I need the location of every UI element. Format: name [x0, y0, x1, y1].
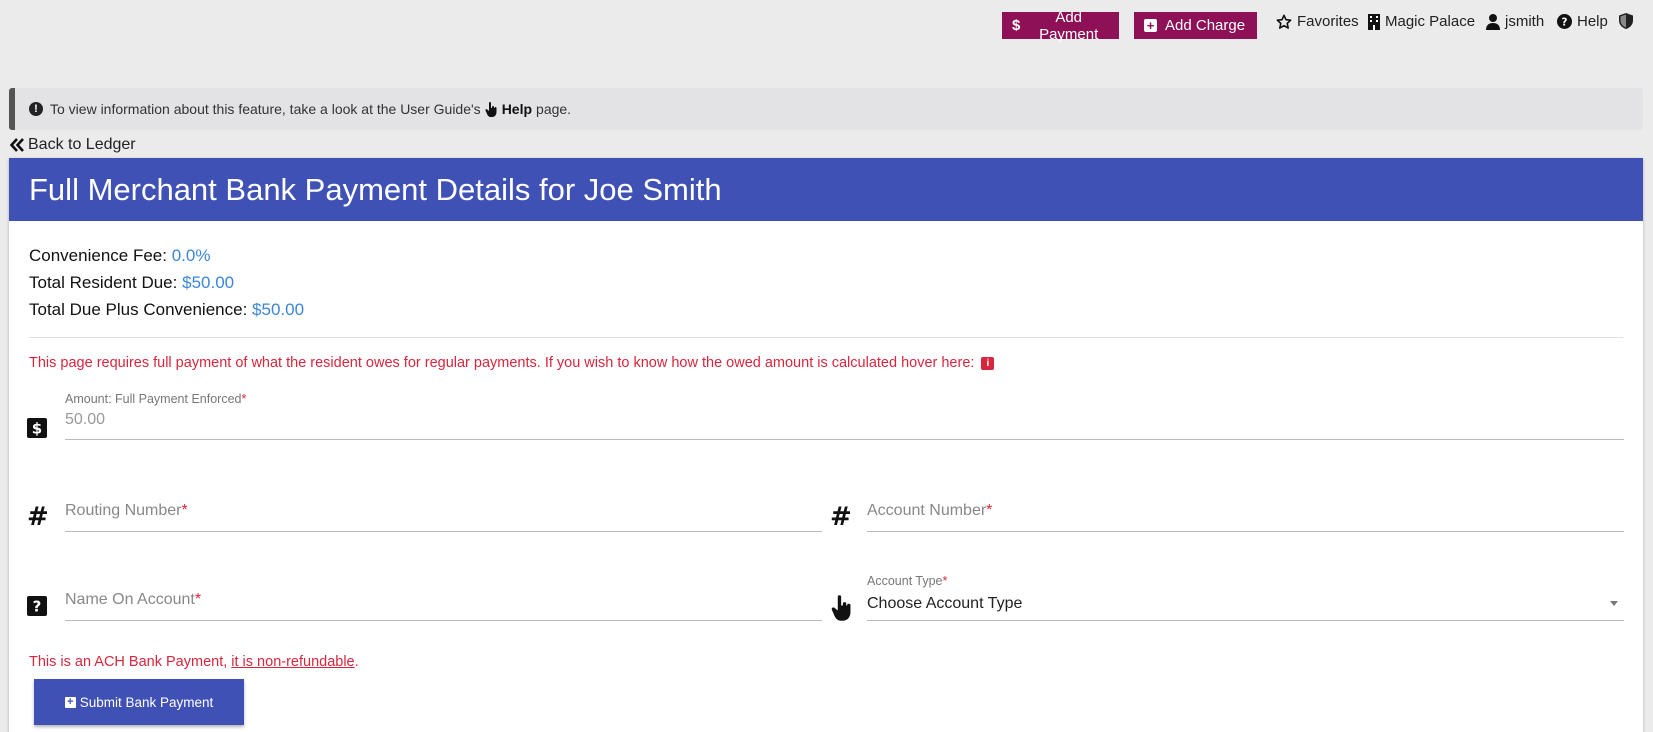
- add-payment-label: Add Payment: [1039, 8, 1099, 43]
- account-type-underline: [867, 620, 1624, 621]
- amount-label: Amount: Full Payment Enforced*: [65, 392, 1624, 406]
- back-to-ledger-label: Back to Ledger: [28, 136, 136, 153]
- required-mark: *: [194, 591, 202, 608]
- favorites-label: Favorites: [1297, 13, 1359, 30]
- star-icon: [1276, 14, 1292, 29]
- non-refundable-link[interactable]: it is non-refundable: [231, 654, 354, 670]
- ach-notice: This is an ACH Bank Payment, it is non-r…: [29, 654, 359, 670]
- warning-text: This page requires full payment of what …: [29, 355, 975, 371]
- account-number-placeholder-text: Account Number: [867, 502, 987, 519]
- required-mark: *: [181, 502, 188, 519]
- ach-text-after: .: [354, 654, 359, 670]
- building-icon: [1368, 13, 1380, 30]
- svg-text:$: $: [32, 420, 42, 438]
- shield-link[interactable]: [1619, 13, 1633, 29]
- convenience-fee-row: Convenience Fee: 0.0%: [29, 242, 304, 269]
- total-plus-fee-label: Total Due Plus Convenience:: [29, 300, 248, 319]
- amount-value: 50.00: [65, 411, 106, 428]
- required-mark: *: [241, 392, 247, 406]
- question-square-icon: ?: [27, 596, 47, 621]
- submit-bank-payment-button[interactable]: + Submit Bank Payment: [34, 679, 244, 725]
- svg-text:?: ?: [33, 598, 42, 616]
- back-to-ledger-link[interactable]: Back to Ledger: [10, 136, 136, 154]
- banner-text: To view information about this feature, …: [50, 101, 481, 117]
- convenience-fee-label: Convenience Fee:: [29, 246, 167, 265]
- account-number-placeholder: Account Number*: [867, 502, 1624, 520]
- shield-icon: [1619, 13, 1633, 29]
- info-icon[interactable]: i: [981, 356, 995, 370]
- payment-summary: Convenience Fee: 0.0% Total Resident Due…: [29, 242, 304, 323]
- dollar-square-icon: $: [27, 418, 47, 443]
- plus-square-icon: +: [1144, 19, 1157, 32]
- plus-square-icon: +: [64, 696, 76, 708]
- required-mark: *: [942, 574, 948, 588]
- name-underline: [65, 620, 822, 621]
- convenience-fee-value: 0.0%: [171, 246, 211, 265]
- total-due-label: Total Resident Due:: [29, 273, 178, 292]
- help-link[interactable]: ? Help: [1557, 13, 1608, 30]
- total-due-value: $50.00: [182, 273, 235, 292]
- account-type-label: Account Type*: [867, 574, 1624, 588]
- total-due-row: Total Resident Due: $50.00: [29, 269, 304, 296]
- hash-icon: #: [830, 502, 852, 532]
- account-type-select[interactable]: Account Type* Choose Account Type: [867, 574, 1624, 621]
- required-mark: *: [986, 502, 993, 519]
- add-payment-button[interactable]: $ Add Payment: [1002, 9, 1119, 43]
- amount-field[interactable]: Amount: Full Payment Enforced* 50.00: [65, 392, 1624, 440]
- routing-number-placeholder: Routing Number*: [65, 502, 822, 520]
- divider: [29, 337, 1623, 338]
- amount-label-text: Amount: Full Payment Enforced: [65, 392, 242, 406]
- banner-text-after: page.: [536, 101, 572, 117]
- total-plus-fee-row: Total Due Plus Convenience: $50.00: [29, 296, 304, 323]
- amount-underline: [65, 439, 1624, 440]
- add-charge-button[interactable]: + Add Charge: [1134, 12, 1257, 39]
- question-circle-icon: ?: [1557, 14, 1572, 29]
- favorites-link[interactable]: Favorites: [1276, 13, 1359, 30]
- total-plus-fee-value: $50.00: [252, 300, 305, 319]
- name-on-account-placeholder: Name On Account*: [65, 591, 822, 609]
- account-type-value: Choose Account Type: [867, 595, 1023, 612]
- add-charge-label: Add Charge: [1165, 17, 1246, 34]
- property-link[interactable]: Magic Palace: [1368, 13, 1475, 30]
- hand-pointer-icon: [831, 595, 853, 626]
- account-number-input[interactable]: Account Number*: [867, 502, 1624, 532]
- hash-icon: #: [27, 502, 49, 532]
- user-link[interactable]: jsmith: [1486, 13, 1544, 30]
- routing-number-placeholder-text: Routing Number: [65, 502, 182, 519]
- caret-down-icon: [1610, 601, 1618, 606]
- svg-text:?: ?: [1562, 16, 1568, 28]
- user-icon: [1486, 13, 1500, 30]
- full-payment-warning: This page requires full payment of what …: [29, 355, 995, 371]
- user-label: jsmith: [1505, 13, 1545, 30]
- name-on-account-placeholder-text: Name On Account: [65, 591, 195, 608]
- payment-card: Full Merchant Bank Payment Details for J…: [9, 158, 1643, 732]
- routing-number-input[interactable]: Routing Number*: [65, 502, 822, 532]
- banner-help-link[interactable]: Help: [502, 101, 532, 117]
- hand-pointer-icon: [485, 101, 497, 117]
- double-chevron-left-icon: [10, 138, 24, 152]
- help-label: Help: [1577, 13, 1608, 30]
- submit-label: Submit Bank Payment: [79, 694, 214, 710]
- ach-text: This is an ACH Bank Payment,: [29, 654, 228, 670]
- routing-underline: [65, 531, 822, 532]
- account-underline: [867, 531, 1624, 532]
- property-label: Magic Palace: [1385, 13, 1476, 30]
- account-type-label-text: Account Type: [867, 574, 943, 588]
- card-title: Full Merchant Bank Payment Details for J…: [9, 158, 1643, 221]
- exclamation-circle-icon: !: [29, 102, 43, 116]
- info-banner: ! To view information about this feature…: [9, 88, 1643, 130]
- top-nav: $ Add Payment + Add Charge Favorites Mag…: [0, 0, 1653, 50]
- name-on-account-input[interactable]: Name On Account*: [65, 591, 822, 621]
- dollar-icon: $: [1012, 17, 1021, 34]
